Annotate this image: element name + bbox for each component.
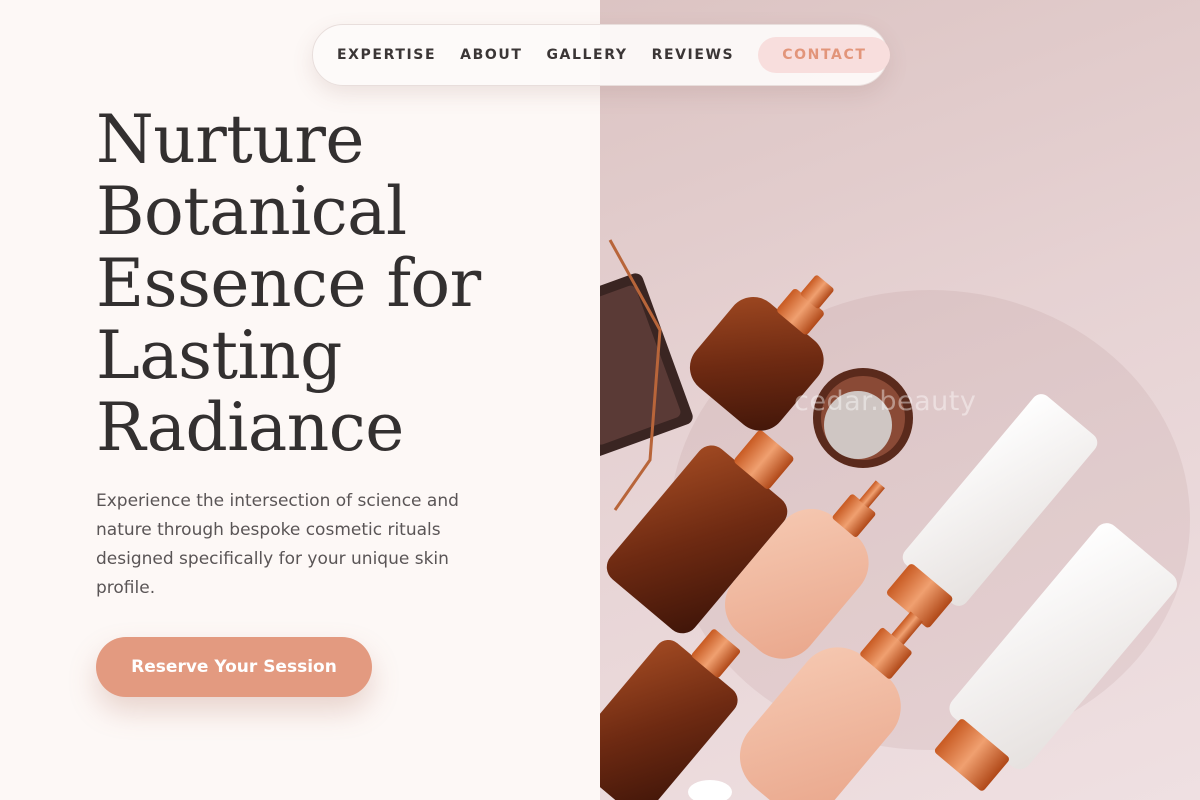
- hero-title-line: Essence for: [96, 245, 481, 322]
- reserve-session-button[interactable]: Reserve Your Session: [96, 637, 372, 697]
- watermark-text: cedar.beauty: [794, 386, 977, 417]
- hero-description: Experience the intersection of science a…: [96, 491, 459, 598]
- nav-link-expertise[interactable]: EXPERTISE: [337, 47, 436, 63]
- hero-title: Nurture Botanical Essence for Lasting Ra…: [96, 104, 566, 464]
- hero-title-line: Radiance: [96, 389, 404, 466]
- nav-link-gallery[interactable]: GALLERY: [546, 47, 627, 63]
- hero-title-line: Botanical: [96, 173, 407, 250]
- contact-button[interactable]: CONTACT: [758, 37, 891, 73]
- nav-link-about[interactable]: ABOUT: [460, 47, 522, 63]
- main-nav: EXPERTISE ABOUT GALLERY REVIEWS CONTACT: [312, 24, 891, 86]
- nav-link-reviews[interactable]: REVIEWS: [652, 47, 735, 63]
- hero-title-line: Lasting: [96, 317, 342, 394]
- hero-title-line: Nurture: [96, 101, 364, 178]
- hero-photo: cedar.beauty: [600, 0, 1200, 800]
